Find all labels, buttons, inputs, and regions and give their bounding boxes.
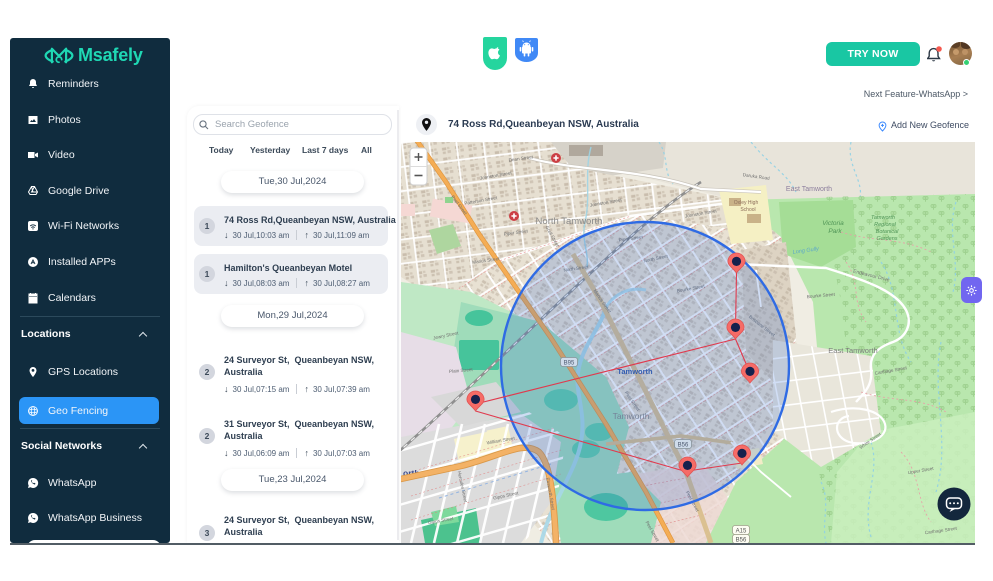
svg-text:Gardens: Gardens: [876, 236, 897, 242]
svg-text:Oxley High: Oxley High: [734, 200, 759, 206]
svg-text:School: School: [740, 207, 755, 213]
svg-text:North Tamworth: North Tamworth: [536, 216, 603, 227]
svg-text:Victoria: Victoria: [822, 220, 844, 227]
svg-text:East Tamworth: East Tamworth: [786, 186, 832, 193]
svg-text:A15: A15: [736, 528, 747, 534]
svg-text:East Tamworth: East Tamworth: [828, 346, 877, 355]
svg-text:Botanical: Botanical: [876, 229, 899, 235]
svg-text:Regional: Regional: [874, 222, 896, 228]
svg-text:Tamworth: Tamworth: [871, 215, 895, 221]
svg-text:Park: Park: [828, 228, 842, 235]
